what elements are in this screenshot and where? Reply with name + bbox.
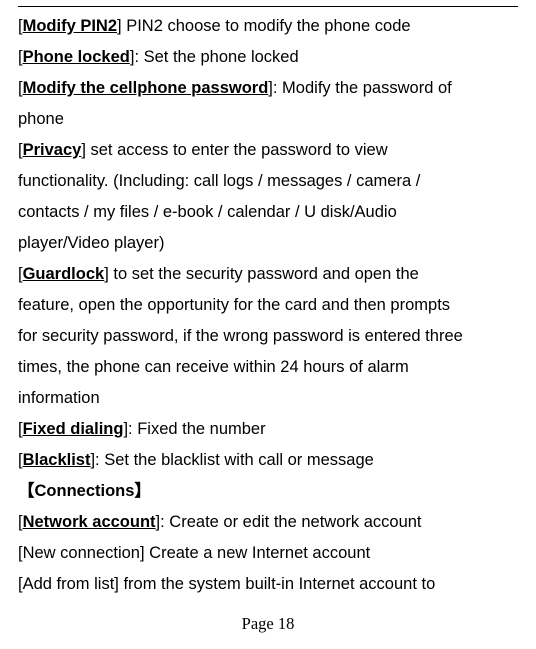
document-body: [Modify PIN2] PIN2 choose to modify the … — [18, 11, 518, 600]
label-fixed-dialing: Fixed dialing — [23, 420, 124, 438]
line-guardlock-3: for security password, if the wrong pass… — [18, 321, 518, 352]
line-fixed-dialing: [Fixed dialing]: Fixed the number — [18, 414, 518, 445]
label-privacy: Privacy — [23, 141, 82, 159]
line-blacklist: [Blacklist]: Set the blacklist with call… — [18, 445, 518, 476]
bracket-open-icon: 【 — [18, 482, 35, 500]
label-guardlock: Guardlock — [23, 265, 105, 283]
page-number: Page 18 — [18, 614, 518, 634]
line-modify-password-2: phone — [18, 104, 518, 135]
line-network-account: [Network account]: Create or edit the ne… — [18, 507, 518, 538]
line-guardlock-5: information — [18, 383, 518, 414]
line-privacy-3: contacts / my files / e-book / calendar … — [18, 197, 518, 228]
line-guardlock-4: times, the phone can receive within 24 h… — [18, 352, 518, 383]
line-privacy-4: player/Video player) — [18, 228, 518, 259]
label-modify-pin2: Modify PIN2 — [23, 17, 117, 35]
label-modify-password: Modify the cellphone password — [23, 79, 269, 97]
line-modify-pin2: [Modify PIN2] PIN2 choose to modify the … — [18, 11, 518, 42]
line-phone-locked: [Phone locked]: Set the phone locked — [18, 42, 518, 73]
line-guardlock-2: feature, open the opportunity for the ca… — [18, 290, 518, 321]
label-network-account: Network account — [23, 513, 156, 531]
line-modify-password-1: [Modify the cellphone password]: Modify … — [18, 73, 518, 104]
label-phone-locked: Phone locked — [23, 48, 130, 66]
line-privacy-1: [Privacy] set access to enter the passwo… — [18, 135, 518, 166]
line-connections: 【Connections】 — [18, 476, 518, 507]
line-guardlock-1: [Guardlock] to set the security password… — [18, 259, 518, 290]
label-connections: Connections — [35, 482, 135, 500]
line-privacy-2: functionality. (Including: call logs / m… — [18, 166, 518, 197]
bracket-close-icon: 】 — [134, 482, 151, 500]
top-rule — [18, 6, 518, 7]
line-add-from-list: [Add from list] from the system built-in… — [18, 569, 518, 600]
line-new-connection: [New connection] Create a new Internet a… — [18, 538, 518, 569]
label-blacklist: Blacklist — [23, 451, 91, 469]
